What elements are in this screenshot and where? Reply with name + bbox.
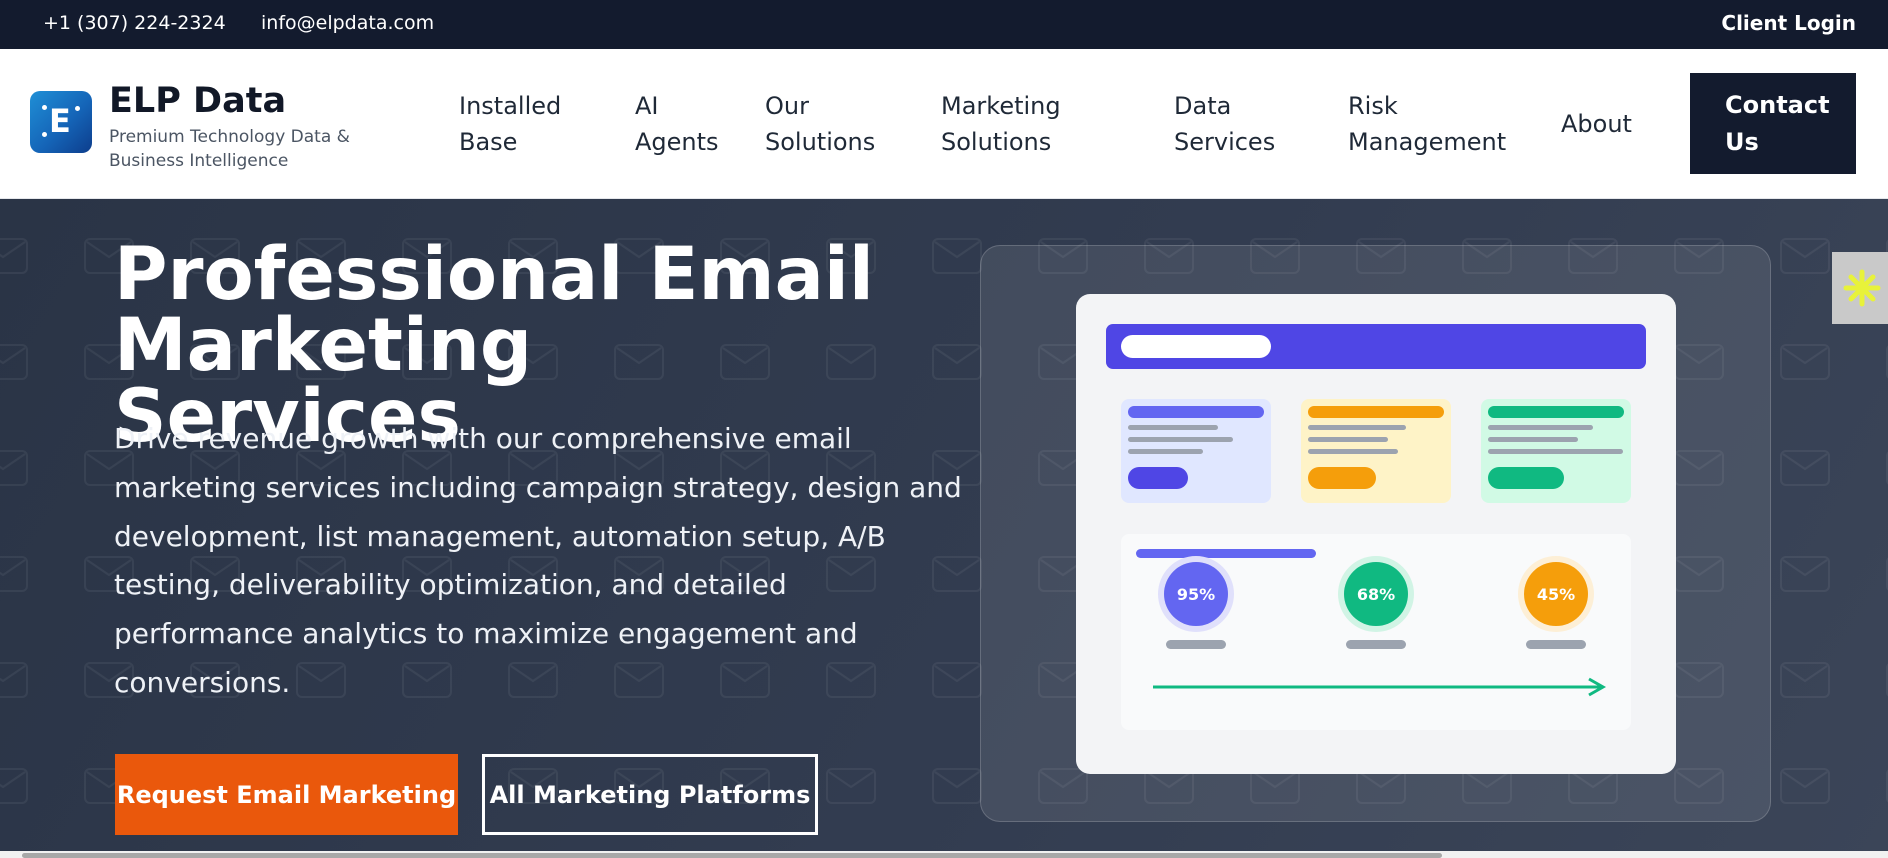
- text-line: [1308, 425, 1406, 430]
- hero-description-line: Drive revenue growth with our comprehens…: [114, 422, 852, 455]
- nav-about[interactable]: About: [1561, 106, 1632, 142]
- stat-open-rate: 95%: [1164, 562, 1228, 626]
- stat-label: [1166, 640, 1226, 649]
- nav-label: AI: [635, 92, 659, 120]
- contact-us-button[interactable]: Contact Us: [1690, 73, 1856, 174]
- logo-dot: [42, 105, 47, 110]
- text-line: [1128, 425, 1218, 430]
- hero-description-line: conversions.: [114, 665, 291, 699]
- nav-installed-base[interactable]: Installed Base: [459, 88, 561, 160]
- template-card-header: [1488, 406, 1624, 418]
- stat-label: [1346, 640, 1406, 649]
- stat-ring: 95%: [1158, 556, 1234, 632]
- text-line: [1488, 449, 1623, 454]
- stats-panel: 95% 68% 45%: [1121, 534, 1631, 730]
- stat-ring: 68%: [1338, 556, 1414, 632]
- stat-ring: 45%: [1518, 556, 1594, 632]
- text-line: [1308, 437, 1388, 442]
- hero-description-line: marketing services including campaign st…: [114, 470, 962, 504]
- hero-description-line: testing, deliverability optimization, an…: [114, 568, 787, 602]
- all-marketing-platforms-button[interactable]: All Marketing Platforms: [482, 754, 818, 835]
- logo-letter: E: [49, 102, 71, 140]
- template-card: [1121, 399, 1271, 503]
- nav-our-solutions[interactable]: Our Solutions: [765, 88, 875, 160]
- text-line: [1128, 449, 1203, 454]
- nav-label: Management: [1348, 128, 1507, 156]
- site-header: E ELP Data Premium Technology Data & Bus…: [0, 49, 1888, 199]
- client-login-link[interactable]: Client Login: [1721, 11, 1856, 35]
- request-email-marketing-button[interactable]: Request Email Marketing: [115, 754, 458, 835]
- nav-label: Agents: [635, 128, 719, 156]
- email-link[interactable]: info@elpdata.com: [261, 12, 434, 34]
- text-line: [1308, 449, 1398, 454]
- trend-arrow-icon: [1153, 677, 1607, 697]
- asterisk-icon: [1843, 269, 1881, 307]
- contact-label: Contact: [1725, 91, 1830, 119]
- contact-label: Us: [1725, 128, 1759, 156]
- logo-dot: [75, 106, 80, 111]
- nav-label: Solutions: [765, 128, 876, 156]
- email-subject-pill: [1121, 335, 1271, 358]
- template-card: [1301, 399, 1451, 503]
- nav-data-services[interactable]: Data Services: [1174, 88, 1275, 160]
- stat-conversion-rate: 45%: [1524, 562, 1588, 626]
- text-line: [1128, 437, 1233, 442]
- nav-marketing-solutions[interactable]: Marketing Solutions: [941, 88, 1061, 160]
- nav-label: Solutions: [941, 128, 1052, 156]
- template-card-button: [1128, 467, 1188, 489]
- stat-click-rate: 68%: [1344, 562, 1408, 626]
- logo-icon[interactable]: E: [30, 91, 92, 153]
- hero-title-line: Professional Email: [114, 232, 874, 317]
- hero-section: Professional Email Marketing Services Dr…: [0, 199, 1888, 858]
- accessibility-widget[interactable]: [1832, 252, 1888, 324]
- stats-panel-header: [1136, 549, 1316, 558]
- brand-name[interactable]: ELP Data: [109, 81, 286, 121]
- illustration-frame: 95% 68% 45%: [980, 245, 1771, 822]
- brand-tagline: Premium Technology Data & Business Intel…: [109, 127, 350, 171]
- template-card-header: [1128, 406, 1264, 418]
- hero-description-line: development, list management, automation…: [114, 519, 886, 553]
- text-line: [1488, 425, 1593, 430]
- email-header-bar: [1106, 324, 1646, 369]
- logo-dot: [42, 132, 47, 137]
- top-bar: +1 (307) 224-2324 info@elpdata.com Clien…: [0, 0, 1888, 49]
- nav-ai-agents[interactable]: AI Agents: [635, 88, 719, 160]
- template-card-header: [1308, 406, 1444, 418]
- template-card-button: [1308, 467, 1376, 489]
- nav-label: Base: [459, 128, 518, 156]
- nav-risk-management[interactable]: Risk Management: [1348, 88, 1506, 160]
- template-card: [1481, 399, 1631, 503]
- template-card-button: [1488, 467, 1564, 489]
- nav-label: Our: [765, 92, 809, 120]
- text-line: [1488, 437, 1578, 442]
- stat-label: [1526, 640, 1586, 649]
- phone-link[interactable]: +1 (307) 224-2324: [43, 12, 226, 34]
- nav-label: Risk: [1348, 92, 1398, 120]
- nav-label: About: [1561, 110, 1632, 138]
- email-dashboard-illustration: 95% 68% 45%: [1076, 294, 1676, 774]
- nav-label: Marketing: [941, 92, 1061, 120]
- scrollbar-thumb[interactable]: [22, 853, 1442, 858]
- hero-description: Drive revenue growth with our comprehens…: [114, 415, 962, 708]
- nav-label: Installed: [459, 92, 562, 120]
- nav-label: Data: [1174, 92, 1232, 120]
- nav-label: Services: [1174, 128, 1276, 156]
- hero-description-line: performance analytics to maximize engage…: [114, 617, 858, 651]
